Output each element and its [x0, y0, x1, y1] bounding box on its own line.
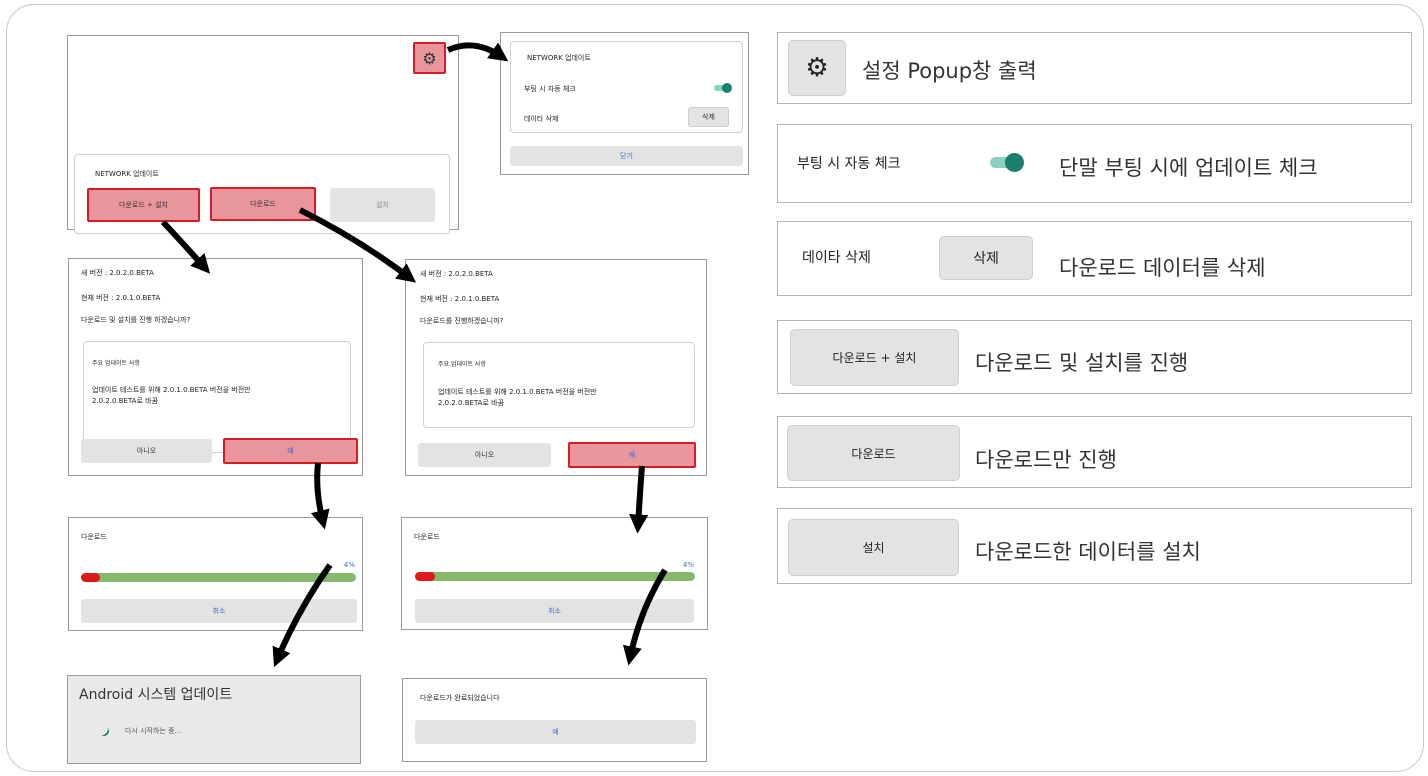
legend-auto-check: 부팅 시 자동 체크 단말 부팅 시에 업데이트 체크 [777, 124, 1412, 203]
notes-line1: 업데이트 테스트를 위해 2.0.1.0.BETA 버전을 버전만 [92, 386, 251, 394]
progress-title: 다운로드 [81, 533, 107, 541]
yes-button[interactable]: 예 [568, 442, 696, 468]
legend-download-install-button[interactable]: 다운로드 + 설치 [790, 329, 959, 386]
download-install-button[interactable]: 다운로드 + 설치 [87, 188, 200, 222]
complete-message: 다운로드가 완료되었습니다 [420, 694, 500, 702]
legend-install-text: 다운로드한 데이터를 설치 [975, 540, 1201, 564]
progress-bar [415, 572, 695, 581]
legend-settings: ⚙ 설정 Popup창 출력 [777, 32, 1412, 104]
notes-line2: 2.0.2.0.BETA로 바꿈 [92, 397, 159, 405]
new-version-text: 새 버전 : 2.0.2.0.BETA [420, 270, 493, 278]
main-app-screen: ⚙ NETWORK 업데이트 다운로드 + 설치 다운로드 설치 [67, 35, 459, 234]
notes-title: 주요 업데이트 사항 [92, 360, 140, 367]
network-update-panel: NETWORK 업데이트 다운로드 + 설치 다운로드 설치 [74, 154, 450, 234]
legend-gear-button[interactable]: ⚙ [788, 40, 846, 96]
current-version-text: 현재 버전 : 2.0.1.0.BETA [81, 294, 161, 302]
legend-settings-text: 설정 Popup창 출력 [862, 59, 1037, 83]
cancel-button[interactable]: 취소 [81, 599, 357, 623]
restarting-status: 다시 시작하는 중... [125, 727, 182, 735]
progress-fill [415, 572, 435, 581]
toggle-knob [1005, 153, 1024, 172]
legend-install: 설치 다운로드한 데이터를 설치 [777, 508, 1412, 584]
notes-title: 주요 업데이트 사항 [438, 361, 486, 368]
auto-check-label: 부팅 시 자동 체크 [524, 85, 576, 93]
legend-auto-check-label: 부팅 시 자동 체크 [797, 156, 901, 172]
spinner-icon [96, 723, 112, 739]
legend-delete-text: 다운로드 데이터를 삭제 [1059, 256, 1266, 280]
legend-download-install-text: 다운로드 및 설치를 진행 [975, 351, 1189, 375]
progress-dialog-right: 다운로드 4% 취소 [401, 517, 708, 630]
legend-delete-label: 데이타 삭제 [802, 250, 871, 266]
delete-label: 데이타 삭제 [524, 115, 559, 123]
auto-check-toggle[interactable] [714, 83, 732, 93]
settings-title: NETWORK 업데이트 [527, 54, 591, 62]
android-update-title: Android 시스템 업데이트 [79, 687, 233, 703]
question-text: 다운로드 및 설치를 진행 하겠습니까? [81, 316, 191, 324]
confirm-dialog-right: 새 버전 : 2.0.2.0.BETA 현재 버전 : 2.0.1.0.BETA… [405, 259, 707, 476]
legend-install-button[interactable]: 설치 [788, 519, 959, 576]
legend-download-install: 다운로드 + 설치 다운로드 및 설치를 진행 [777, 320, 1412, 394]
gear-icon: ⚙ [805, 53, 829, 83]
complete-dialog: 다운로드가 완료되었습니다 예 [402, 678, 707, 762]
install-button[interactable]: 설치 [330, 188, 435, 222]
progress-title: 다운로드 [414, 533, 440, 541]
question-text: 다운로드를 진행하겠습니까? [420, 317, 504, 325]
release-notes-box: 주요 업데이트 사항 업데이트 테스트를 위해 2.0.1.0.BETA 버전을… [83, 341, 351, 453]
yes-button[interactable]: 예 [223, 438, 358, 464]
panel-title: NETWORK 업데이트 [95, 170, 159, 178]
new-version-text: 새 버전 : 2.0.2.0.BETA [81, 269, 154, 277]
progress-percent: 4% [682, 561, 694, 569]
current-version-text: 현재 버전 : 2.0.1.0.BETA [420, 295, 500, 303]
no-button[interactable]: 아니오 [81, 439, 212, 463]
download-button[interactable]: 다운로드 [210, 187, 316, 221]
legend-delete: 데이타 삭제 삭제 다운로드 데이터를 삭제 [777, 221, 1412, 296]
settings-card: NETWORK 업데이트 부팅 시 자동 체크 데이타 삭제 삭제 [510, 41, 743, 133]
legend-delete-button[interactable]: 삭제 [939, 236, 1033, 280]
no-button[interactable]: 아니오 [418, 443, 551, 467]
progress-percent: 4% [343, 561, 355, 569]
legend-toggle[interactable] [990, 153, 1024, 172]
close-button[interactable]: 닫기 [510, 146, 743, 166]
progress-bar [81, 573, 356, 582]
legend-download-button[interactable]: 다운로드 [787, 425, 960, 481]
toggle-knob [722, 83, 732, 93]
notes-line1: 업데이트 테스트를 위해 2.0.1.0.BETA 버전을 버전만 [438, 388, 597, 396]
cancel-button[interactable]: 취소 [415, 599, 694, 623]
android-update-screen: Android 시스템 업데이트 다시 시작하는 중... [67, 675, 361, 764]
gear-icon: ⚙ [422, 48, 437, 68]
progress-fill [81, 573, 101, 582]
notes-line2: 2.0.2.0.BETA로 바꿈 [438, 399, 505, 407]
settings-gear-button[interactable]: ⚙ [413, 42, 446, 74]
settings-popup: NETWORK 업데이트 부팅 시 자동 체크 데이타 삭제 삭제 닫기 [500, 32, 749, 175]
confirm-dialog-left: 새 버전 : 2.0.2.0.BETA 현재 버전 : 2.0.1.0.BETA… [68, 258, 363, 476]
legend-download: 다운로드 다운로드만 진행 [777, 416, 1412, 488]
complete-ok-button[interactable]: 예 [415, 720, 696, 744]
progress-dialog-left: 다운로드 4% 취소 [68, 517, 363, 631]
legend-auto-check-text: 단말 부팅 시에 업데이트 체크 [1059, 156, 1318, 180]
legend-download-text: 다운로드만 진행 [975, 448, 1117, 472]
release-notes-box: 주요 업데이트 사항 업데이트 테스트를 위해 2.0.1.0.BETA 버전을… [423, 342, 695, 428]
delete-button[interactable]: 삭제 [688, 107, 729, 127]
